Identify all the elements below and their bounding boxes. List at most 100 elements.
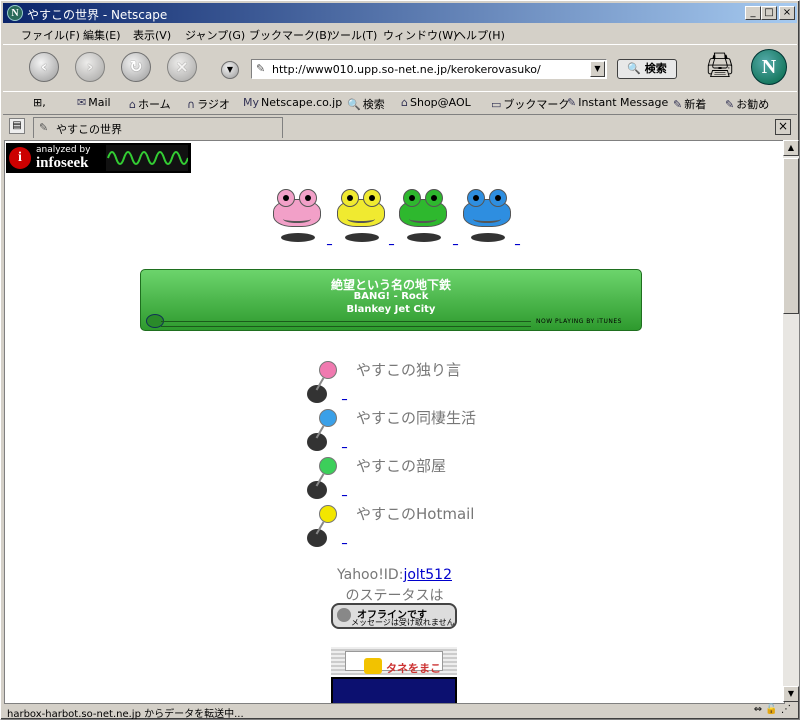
offline-status-badge[interactable]: オフラインです メッセージは受け取れません <box>331 603 457 629</box>
menu-view[interactable]: 表示(V) <box>133 27 171 43</box>
scroll-up-icon[interactable]: ▲ <box>783 140 799 156</box>
link-hotmail[interactable]: やすこのHotmail <box>356 503 474 524</box>
frog-yellow-icon[interactable] <box>335 189 387 229</box>
mail-icon: ✉ <box>77 96 87 109</box>
frog-row: _ _ _ _ <box>271 189 521 249</box>
netscape-app-icon: N <box>7 5 23 21</box>
navigation-toolbar: ‹ › ↻ × ▼ ✎ http://www010.upp.so-net.ne.… <box>3 44 797 92</box>
scroll-thumb[interactable] <box>783 158 799 314</box>
ptb-recommend[interactable]: ✎ お勧め <box>725 96 769 112</box>
sidebar-toggle-icon[interactable]: ▤ <box>9 118 25 134</box>
connection-icon[interactable]: ⇔ <box>754 704 762 715</box>
tane-banner[interactable]: タネをまこう! <box>331 647 457 691</box>
ptb-netscape[interactable]: My Netscape.co.jp <box>243 96 342 109</box>
toolbar-toggle-icon[interactable]: ⊞, <box>33 96 46 109</box>
infoseek-brand: infoseek <box>36 155 89 171</box>
ptb-new[interactable]: ✎ 新着 <box>673 96 706 112</box>
ptb-bookmarks[interactable]: ▭ ブックマーク <box>491 96 569 112</box>
sine-wave-icon <box>106 145 188 171</box>
search-icon: 🔍 <box>627 62 641 75</box>
close-icon[interactable]: × <box>779 6 795 20</box>
frog-base <box>407 233 441 242</box>
pin-link[interactable]: _ <box>342 390 347 401</box>
itunes-tag: NOW PLAYING BY iTUNES <box>536 318 622 325</box>
ptb-instant-message[interactable]: ✎ Instant Message <box>567 96 668 109</box>
frog-blue-icon[interactable] <box>461 189 513 229</box>
forward-arrow-icon: › <box>86 57 94 76</box>
security-lock-icon[interactable]: 🔓 <box>765 704 777 715</box>
scroll-down-icon[interactable]: ▼ <box>783 686 799 702</box>
window-title: やすこの世界 - Netscape <box>27 8 168 22</box>
ptb-radio[interactable]: ∩ ラジオ <box>187 96 230 112</box>
vertical-scrollbar[interactable]: ▲ ▼ <box>783 140 799 702</box>
page-icon: ✎ <box>39 121 49 134</box>
folder-icon: ▭ <box>491 98 502 111</box>
menu-bookmarks[interactable]: ブックマーク(B) <box>249 27 331 43</box>
link-cohabitation[interactable]: やすこの同棲生活 <box>356 407 476 428</box>
frog-base <box>345 233 379 242</box>
frog-green-icon[interactable] <box>397 189 449 229</box>
reload-icon: ↻ <box>129 57 143 76</box>
tab-title: やすこの世界 <box>56 123 122 136</box>
now-playing-banner: 絶望という名の地下鉄 BANG! - Rock Blankey Jet City… <box>140 269 642 331</box>
search-button-label: 検索 <box>644 62 667 75</box>
artist-name: Blankey Jet City <box>346 304 436 315</box>
netscape-logo[interactable]: N <box>751 49 787 85</box>
offline-subtitle: メッセージは受け取れません <box>351 618 455 627</box>
history-dropdown[interactable]: ▼ <box>221 61 239 79</box>
status-icons: ⇔ 🔓 ⋰ <box>754 704 791 715</box>
forward-button[interactable]: › <box>75 52 105 82</box>
pin-link[interactable]: _ <box>342 534 347 545</box>
ptb-search[interactable]: 🔍 検索 <box>347 96 385 112</box>
minimize-icon[interactable]: _ <box>745 6 761 20</box>
link-monologue[interactable]: やすこの独り言 <box>356 359 461 380</box>
menu-go[interactable]: ジャンプ(G) <box>185 27 245 43</box>
url-dropdown-icon[interactable]: ▼ <box>590 61 605 77</box>
yahoo-id-prefix: Yahoo!ID: <box>336 567 404 583</box>
back-button[interactable]: ‹ <box>29 52 59 82</box>
ptb-home[interactable]: ⌂ ホーム <box>129 96 171 112</box>
personal-toolbar: ⊞, ✉ Mail ⌂ ホーム ∩ ラジオ My Netscape.co.jp 🔍 検索 … <box>3 91 797 115</box>
maximize-icon[interactable]: □ <box>761 6 777 20</box>
stop-icon: × <box>175 57 189 76</box>
reload-button[interactable]: ↻ <box>121 52 151 82</box>
page-bookmark-icon[interactable]: ✎ <box>256 62 265 75</box>
yahoo-id-link[interactable]: jolt512 <box>403 567 452 583</box>
infoseek-caption: analyzed by <box>36 145 91 155</box>
menu-window[interactable]: ウィンドウ(W) <box>383 27 457 43</box>
pin-link[interactable]: _ <box>342 486 347 497</box>
tab-current[interactable]: ✎ やすこの世界 <box>33 117 283 138</box>
frog-link[interactable]: _ <box>327 235 332 246</box>
url-input[interactable]: http://www010.upp.so-net.ne.jp/kerokerov… <box>272 63 541 76</box>
frog-pink-icon[interactable] <box>271 189 323 229</box>
print-icon[interactable]: 🖨 <box>703 51 737 81</box>
ptb-mail[interactable]: ✉ Mail <box>77 96 111 109</box>
yahoo-status-text: のステータスは <box>345 588 444 604</box>
close-tab-icon[interactable]: × <box>775 119 791 135</box>
menu-tools[interactable]: ツール(T) <box>329 27 377 43</box>
home-icon: ⌂ <box>129 98 136 111</box>
album-genre: BANG! - Rock <box>353 291 429 302</box>
frog-link[interactable]: _ <box>453 235 458 246</box>
stop-button[interactable]: × <box>167 52 197 82</box>
frog-link[interactable]: _ <box>515 235 520 246</box>
pin-pink-icon <box>307 361 347 411</box>
my-netscape-icon: My <box>243 96 260 109</box>
menu-help[interactable]: ヘルプ(H) <box>455 27 505 43</box>
frog-base <box>281 233 315 242</box>
link-room[interactable]: やすこの部屋 <box>356 455 446 476</box>
frog-link[interactable]: _ <box>389 235 394 246</box>
search-button[interactable]: 🔍 検索 <box>617 59 677 79</box>
menu-edit[interactable]: 編集(E) <box>83 27 121 43</box>
yahoo-id-line: Yahoo!ID:jolt512 <box>5 567 784 583</box>
url-bar[interactable]: ✎ http://www010.upp.so-net.ne.jp/keroker… <box>251 59 607 79</box>
pin-link[interactable]: _ <box>342 438 347 449</box>
frog-base <box>471 233 505 242</box>
status-text: harbox-harbot.so-net.ne.jp からデータを転送中... <box>7 709 244 720</box>
ptb-shop[interactable]: ⌂ Shop@AOL <box>401 96 471 109</box>
navy-banner[interactable] <box>331 677 457 703</box>
menu-file[interactable]: ファイル(F) <box>21 27 80 43</box>
infoseek-banner[interactable]: i analyzed by infoseek <box>6 143 191 173</box>
bookmark-link-icon: ✎ <box>673 98 683 111</box>
magnifier-icon: 🔍 <box>347 98 361 111</box>
